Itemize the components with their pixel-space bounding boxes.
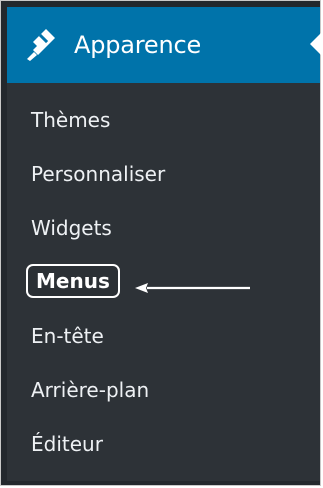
submenu-item-themes[interactable]: Thèmes	[31, 106, 110, 134]
appearance-menu-header[interactable]: Apparence	[7, 7, 321, 83]
annotation-arrow-icon	[135, 283, 250, 293]
submenu-item-widgets[interactable]: Widgets	[31, 214, 112, 242]
submenu-item-menus[interactable]: Menus	[26, 264, 120, 298]
submenu-item-editor[interactable]: Éditeur	[31, 430, 103, 458]
admin-menu-panel: Apparence Thèmes Personnaliser Widgets M…	[0, 0, 321, 486]
submenu-item-header[interactable]: En-tête	[31, 322, 104, 350]
submenu-pointer	[310, 33, 321, 55]
paintbrush-icon	[20, 26, 58, 64]
submenu-item-background[interactable]: Arrière-plan	[31, 376, 149, 404]
page-title: Apparence	[74, 31, 202, 59]
appearance-submenu: Thèmes Personnaliser Widgets Menus En-tê…	[7, 83, 320, 481]
submenu-item-customize[interactable]: Personnaliser	[31, 160, 165, 188]
